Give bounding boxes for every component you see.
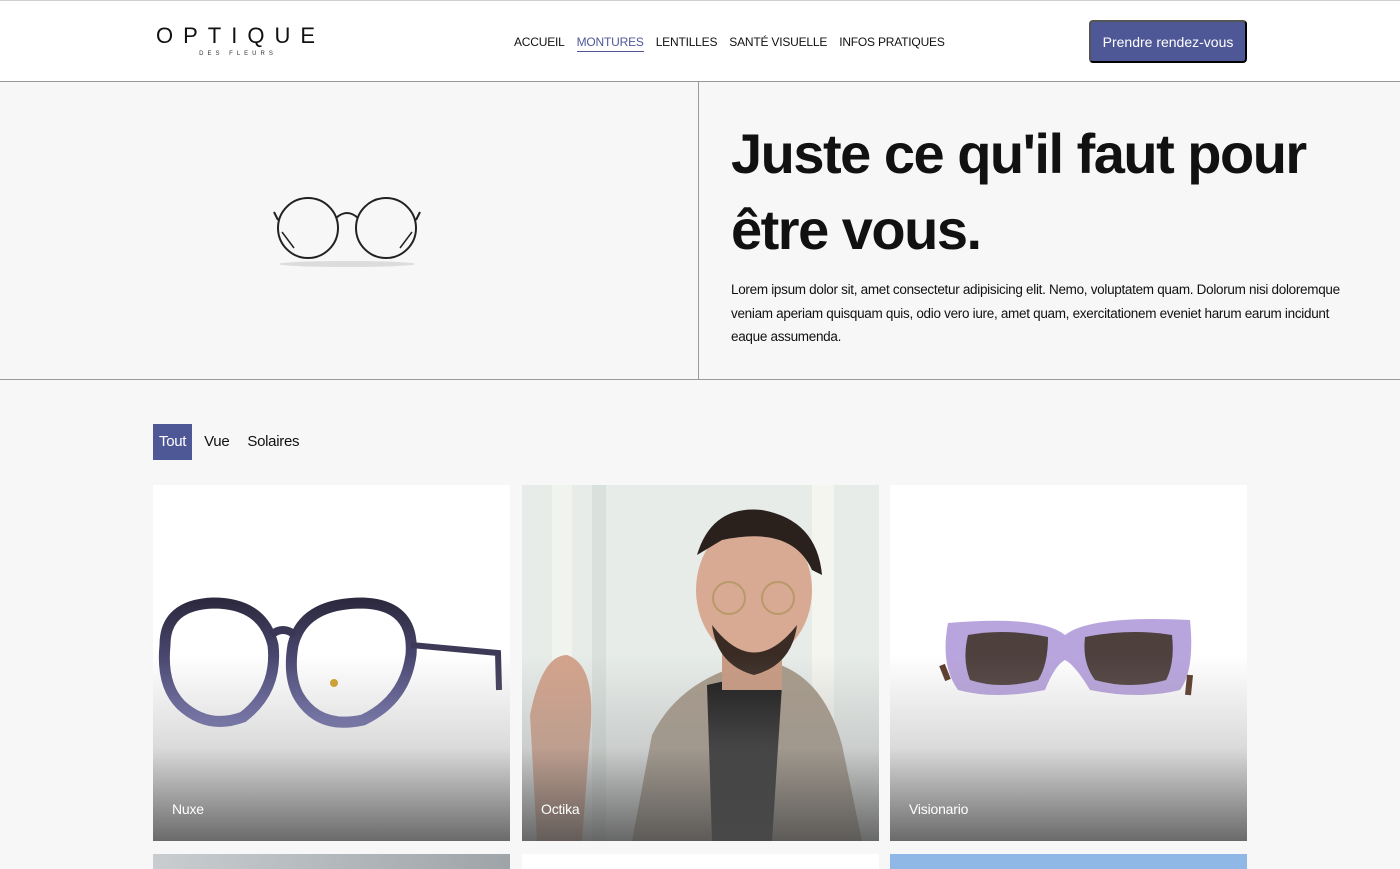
hero-section: Juste ce qu'il faut pour être vous. Lore…: [0, 82, 1400, 380]
product-card-nuxe[interactable]: Nuxe: [153, 485, 510, 841]
round-glasses-icon: [273, 197, 421, 267]
logo-sub-text: DES FLEURS: [199, 51, 277, 57]
site-header: OPTIQUE DES FLEURS ACCUEIL MONTURES LENT…: [0, 0, 1400, 82]
filter-tab-solaires[interactable]: Solaires: [241, 424, 305, 460]
product-filter-tabs: Tout Vue Solaires: [153, 424, 311, 460]
logo-main-text: OPTIQUE: [156, 23, 326, 48]
product-card-visionario[interactable]: Visionario: [890, 485, 1247, 841]
product-name: Visionario: [909, 801, 969, 817]
nav-item-sante-visuelle[interactable]: SANTÉ VISUELLE: [729, 33, 827, 52]
hero-description: Lorem ipsum dolor sit, amet consectetur …: [731, 282, 1340, 344]
product-card-partial[interactable]: [890, 854, 1247, 869]
nav-item-lentilles[interactable]: LENTILLES: [656, 33, 718, 52]
filter-tab-tout[interactable]: Tout: [153, 424, 193, 460]
nav-item-montures[interactable]: MONTURES: [576, 33, 644, 52]
nav-item-accueil[interactable]: ACCUEIL: [514, 33, 565, 52]
card-gradient-overlay: [153, 655, 510, 841]
logo[interactable]: OPTIQUE DES FLEURS: [156, 23, 326, 63]
product-card-octika[interactable]: Octika: [522, 485, 879, 841]
hero-title: Juste ce qu'il faut pour être vous.: [731, 122, 1307, 261]
nav-item-infos-pratiques[interactable]: INFOS PRATIQUES: [839, 33, 945, 52]
book-appointment-button[interactable]: Prendre rendez-vous: [1089, 20, 1247, 63]
filter-tab-vue[interactable]: Vue: [198, 424, 235, 460]
main-nav: ACCUEIL MONTURES LENTILLES SANTÉ VISUELL…: [514, 33, 945, 52]
hero-image-panel: [0, 82, 699, 379]
product-card-partial[interactable]: [522, 854, 879, 869]
product-card-partial[interactable]: [153, 854, 510, 869]
product-name: Nuxe: [172, 801, 204, 817]
product-name: Octika: [541, 801, 580, 817]
